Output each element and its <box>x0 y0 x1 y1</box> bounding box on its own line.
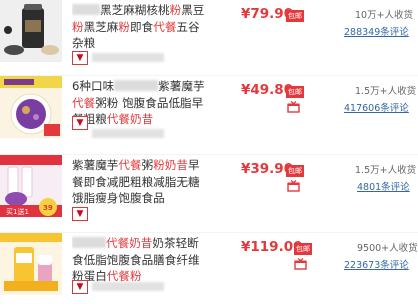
title-text: 黑芝麻 <box>83 19 119 34</box>
product-image[interactable]: 买1送1 39 <box>0 155 62 217</box>
sales-count: 9500+人收货 <box>357 243 418 254</box>
title-highlight: 粉 <box>72 19 84 34</box>
title-text: 即食 <box>130 19 154 34</box>
title-highlight: 代餐 <box>118 158 142 172</box>
title-text: 黑芝麻糊核桃 <box>100 3 170 17</box>
free-shipping-tag: 包邮 <box>286 86 304 98</box>
title-text: 黑豆 <box>181 3 205 17</box>
title-highlight: 代餐粉 <box>106 269 142 283</box>
product-image[interactable] <box>0 0 62 62</box>
title-highlight: 粉 <box>118 19 131 34</box>
shop-logo-icon[interactable]: ▼ <box>72 116 88 130</box>
title-highlight: 代餐 <box>72 95 96 110</box>
title-highlight: 粉奶昔 <box>153 158 188 172</box>
free-shipping-tag: 包邮 <box>286 165 304 177</box>
review-count-link[interactable]: 4801条评论 <box>357 179 410 193</box>
title-text: 紫薯魔芋 <box>158 79 205 93</box>
gift-icon <box>287 180 300 192</box>
sales-count: 1.5万+人收货 <box>355 86 417 97</box>
review-count-link[interactable]: 417606条评论 <box>344 100 409 114</box>
promo-badge: 买1送1 <box>6 207 29 216</box>
product-title[interactable]: 黑芝麻糊核桃粉黑豆粉黑芝麻粉即食代餐五谷杂粮 <box>72 2 207 52</box>
title-highlight: 代餐奶昔 <box>106 236 153 250</box>
title-highlight: 粉 <box>169 3 182 17</box>
title-text: 6种口味 <box>72 79 115 93</box>
shop-logo-icon[interactable]: ▼ <box>72 207 88 221</box>
sales-count: 1.5万+人收货 <box>355 165 417 176</box>
product-title[interactable]: 代餐奶昔奶茶轻断食低脂饱腹食品膳食纤维粉蛋白代餐粉 <box>72 235 207 285</box>
shop-name[interactable] <box>92 129 164 138</box>
review-count-link[interactable]: 223673条评论 <box>344 257 409 271</box>
product-image[interactable] <box>0 76 62 138</box>
shop-name[interactable] <box>92 53 164 62</box>
shop-name[interactable] <box>92 282 164 291</box>
review-count-link[interactable]: 288349条评论 <box>344 24 409 38</box>
product-title[interactable]: 紫薯魔芋代餐粥粉奶昔早餐即食减肥粗粮减脂无糖饿脂瘦身饱腹食品 <box>72 157 207 207</box>
gift-icon <box>287 101 300 113</box>
product-row[interactable]: 买1送1 39 紫薯魔芋代餐粥粉奶昔早餐即食减肥粗粮减脂无糖饿脂瘦身饱腹食品 ▼… <box>0 154 418 228</box>
product-row[interactable]: 代餐奶昔奶茶轻断食低脂饱腹食品膳食纤维粉蛋白代餐粉 ▼ ¥119.00 包邮 9… <box>0 232 418 306</box>
shop-logo-icon[interactable]: ▼ <box>72 51 88 65</box>
free-shipping-tag: 包邮 <box>294 243 312 255</box>
sales-count: 10万+人收货 <box>355 10 414 21</box>
title-highlight: 代餐奶昔 <box>106 112 154 126</box>
title-highlight: 代餐 <box>153 19 177 34</box>
product-row[interactable]: 黑芝麻糊核桃粉黑豆粉黑芝麻粉即食代餐五谷杂粮 ▼ ¥79.90 包邮 10万+人… <box>0 0 418 73</box>
title-text: 粥 <box>141 158 154 172</box>
shop-logo-icon[interactable]: ▼ <box>72 280 88 294</box>
product-image[interactable] <box>0 233 62 295</box>
product-title[interactable]: 6种口味 紫薯魔芋代餐粥粉 饱腹食品低脂早餐粗粮代餐奶昔 <box>72 78 207 128</box>
product-row[interactable]: 6种口味 紫薯魔芋代餐粥粉 饱腹食品低脂早餐粗粮代餐奶昔 ▼ ¥49.80 包邮 … <box>0 75 418 149</box>
free-shipping-tag: 包邮 <box>286 10 304 22</box>
title-text: 紫薯魔芋 <box>72 158 119 172</box>
gift-icon <box>294 258 307 270</box>
promo-price: 39 <box>43 204 53 212</box>
